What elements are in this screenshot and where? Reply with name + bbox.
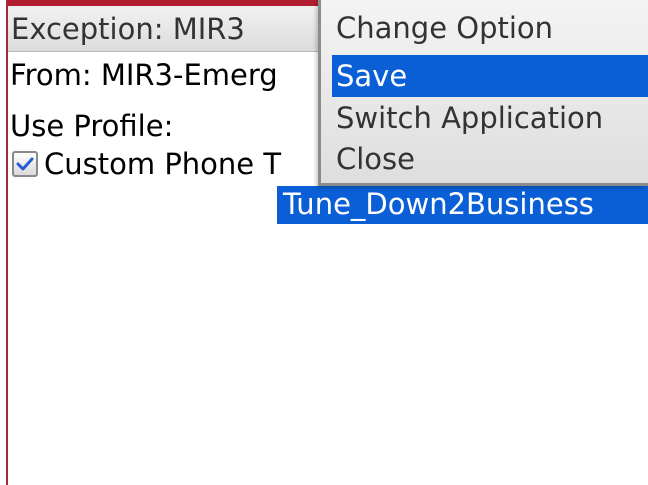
from-field[interactable]: From: MIR3-Emerg: [10, 58, 278, 92]
selected-tune-field[interactable]: Tune_Down2Business: [277, 186, 648, 224]
menu-item-close[interactable]: Close: [332, 138, 648, 180]
window-left-border: [0, 0, 8, 485]
use-profile-label: Use Profile:: [10, 109, 174, 143]
menu-item-switch-application[interactable]: Switch Application: [332, 96, 648, 140]
menu-item-save[interactable]: Save: [332, 55, 648, 97]
context-menu: Change Option Save Switch Application Cl…: [318, 0, 648, 186]
checkmark-icon: [16, 157, 34, 171]
page-title: Exception: MIR3: [11, 12, 245, 46]
custom-tone-checkbox[interactable]: [12, 151, 38, 177]
menu-item-change-option[interactable]: Change Option: [332, 6, 648, 50]
custom-phone-tone-option[interactable]: Custom Phone T: [12, 146, 281, 182]
custom-tone-label: Custom Phone T: [44, 147, 282, 181]
